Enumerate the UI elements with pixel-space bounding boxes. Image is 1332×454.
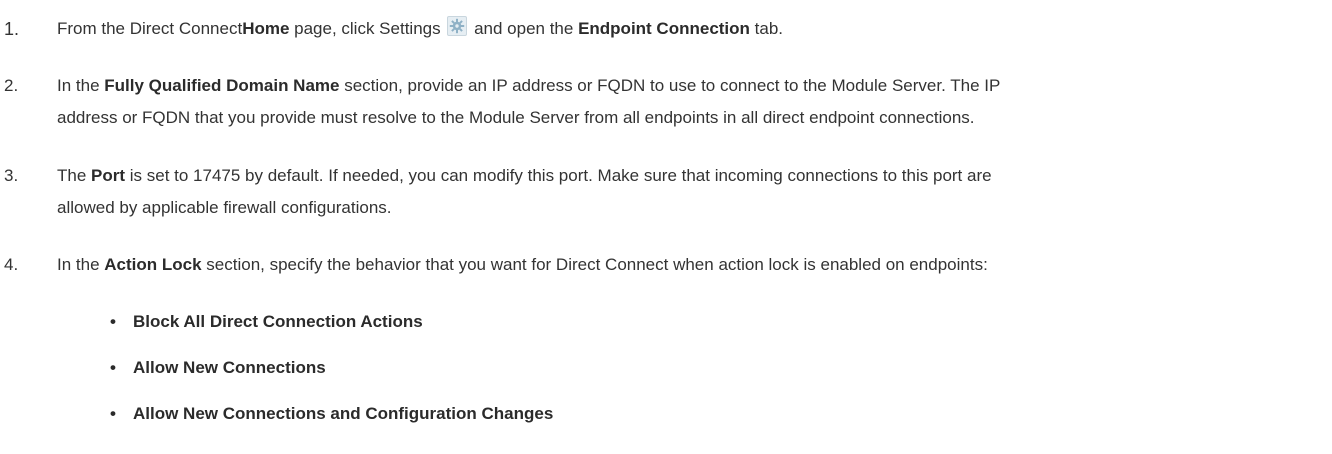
step-number: 2. bbox=[4, 76, 19, 95]
list-item: • Block All Direct Connection Actions bbox=[110, 306, 423, 338]
step-text-part: tab. bbox=[749, 19, 784, 38]
step-number: 1. bbox=[4, 19, 20, 39]
step-text-part: and open the bbox=[469, 19, 579, 38]
step-number: 3. bbox=[4, 166, 19, 185]
step-number: 4. bbox=[4, 255, 19, 274]
step-text-part: section, specify the behavior that you w… bbox=[201, 255, 988, 274]
bullet: • bbox=[110, 404, 116, 423]
option-label: Block All Direct Connection Actions bbox=[133, 312, 423, 331]
ui-term-action-lock: Action Lock bbox=[104, 255, 202, 274]
procedure-steps: 1. From the Direct ConnectHome page, cli… bbox=[0, 0, 1332, 454]
ui-term-fqdn: Fully Qualified Domain Name bbox=[104, 76, 340, 95]
step-text: In the Fully Qualified Domain Name secti… bbox=[57, 70, 1320, 134]
bullet: • bbox=[110, 358, 116, 377]
step-text: From the Direct ConnectHome page, click … bbox=[57, 13, 1320, 45]
step-text-part: page, click Settings bbox=[289, 19, 446, 38]
step-text-part: address or FQDN that you provide must re… bbox=[57, 108, 975, 127]
option-label: Allow New Connections bbox=[133, 358, 326, 377]
step-text-part: allowed by applicable firewall configura… bbox=[57, 198, 392, 217]
step-text: The Port is set to 17475 by default. If … bbox=[57, 160, 1320, 224]
step-text-part: In the bbox=[57, 76, 105, 95]
step-text-part: In the bbox=[57, 255, 105, 274]
step-text-part: From the Direct Connect bbox=[57, 19, 243, 38]
list-item: • Allow New Connections bbox=[110, 352, 326, 384]
step-text-part: The bbox=[57, 166, 92, 185]
step-text-part: section, provide an IP address or FQDN t… bbox=[339, 76, 1001, 95]
ui-term-port: Port bbox=[91, 166, 126, 185]
ui-term-home: Home bbox=[242, 19, 290, 38]
option-label: Allow New Connections and Configuration … bbox=[133, 404, 554, 423]
gear-icon bbox=[447, 16, 468, 36]
list-item: • Allow New Connections and Configuration… bbox=[110, 398, 553, 430]
step-text-part: is set to 17475 by default. If needed, y… bbox=[125, 166, 992, 185]
bullet: • bbox=[110, 312, 116, 331]
ui-term-endpoint-connection: Endpoint Connection bbox=[578, 19, 750, 38]
step-text: In the Action Lock section, specify the … bbox=[57, 249, 1320, 281]
